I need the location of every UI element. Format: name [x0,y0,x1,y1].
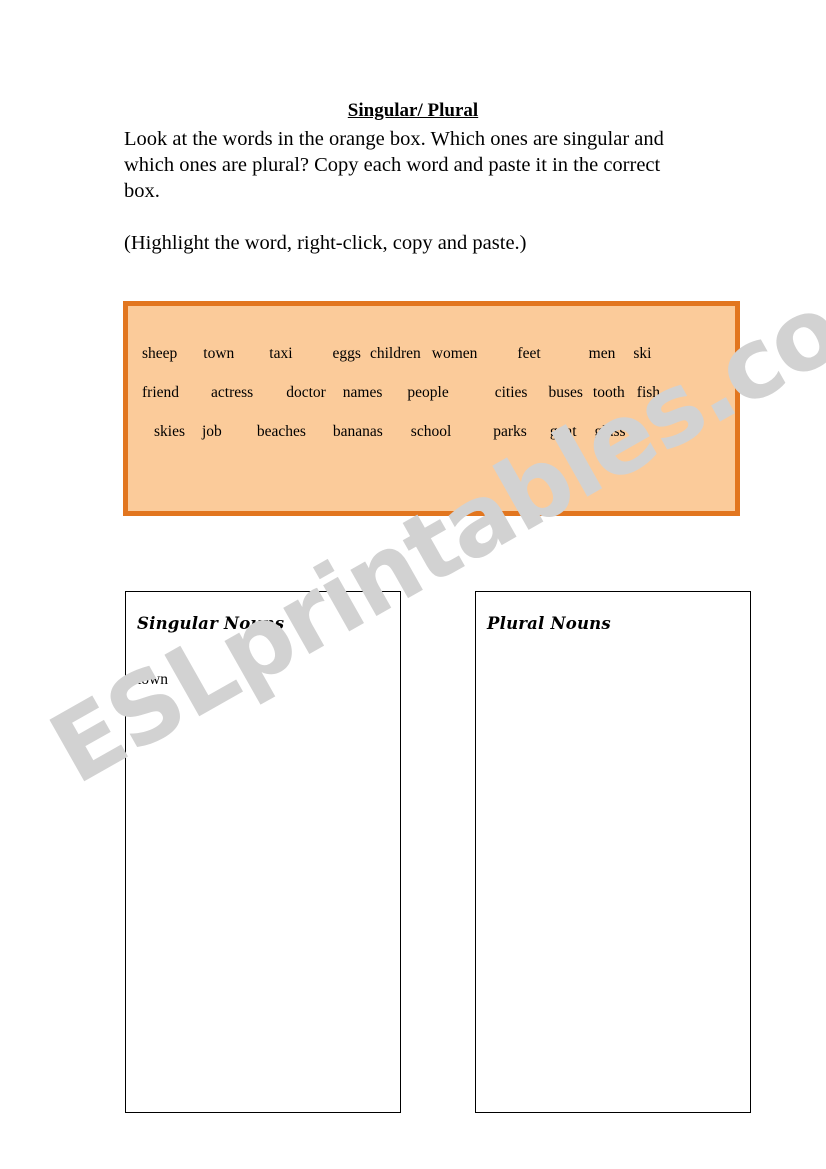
plural-nouns-box[interactable]: Plural Nouns [475,591,751,1113]
word-bank-word[interactable]: names [343,384,383,402]
word-bank-word[interactable]: feet [517,345,540,363]
plural-nouns-title: Plural Nouns [487,614,611,633]
word-bank-word[interactable]: tooth [593,384,625,402]
word-bank-row: skies job beaches bananas school parks goat gla… [128,423,735,462]
word-bank-word[interactable]: buses [548,384,582,402]
word-bank-word[interactable]: women [432,345,478,363]
instruction-spacer [124,204,689,230]
word-bank-word[interactable]: children [370,345,421,363]
word-bank-word[interactable]: skies [154,423,185,441]
word-bank-word[interactable]: town [203,345,234,363]
word-bank-word[interactable]: glass [595,423,626,441]
word-bank-row: sheep town taxi eggs children women feet men ski [128,345,735,384]
word-bank-word[interactable]: goat [550,423,577,441]
instruction-paragraph-1: Look at the words in the orange box. Whi… [124,128,664,202]
word-bank-orange-box: sheep town taxi eggs children women feet men ski… [123,301,740,516]
singular-nouns-box[interactable]: Singular Nouns town [125,591,401,1113]
answer-entry[interactable]: town [137,668,392,692]
word-bank-word[interactable]: people [407,384,448,402]
word-bank-word[interactable]: job [202,423,222,441]
word-bank-word[interactable]: school [411,423,451,441]
word-bank-word[interactable]: doctor [286,384,326,402]
word-bank-word[interactable]: men [589,345,616,363]
word-bank-row: friend actress doctor names people cities buse… [128,384,735,423]
word-bank-word[interactable]: taxi [269,345,292,363]
singular-nouns-entries[interactable]: town [137,668,392,692]
word-bank-word[interactable]: ski [633,345,651,363]
page-title: Singular/ Plural [347,100,479,121]
word-bank-word[interactable]: eggs [333,345,361,363]
instructions-block: Look at the words in the orange box. Whi… [124,126,689,256]
instruction-paragraph-2: (Highlight the word, right-click, copy a… [124,232,527,254]
word-bank-word[interactable]: bananas [333,423,383,441]
word-bank-word[interactable]: friend [142,384,179,402]
word-bank-rows: sheep town taxi eggs children women feet men ski… [128,306,735,462]
word-bank-word[interactable]: actress [211,384,253,402]
word-bank-word[interactable]: cities [495,384,528,402]
word-bank-word[interactable]: beaches [257,423,306,441]
word-bank-word[interactable]: parks [493,423,527,441]
word-bank-word[interactable]: fish [637,384,660,402]
word-bank-word[interactable]: sheep [142,345,177,363]
singular-nouns-title: Singular Nouns [137,614,285,633]
